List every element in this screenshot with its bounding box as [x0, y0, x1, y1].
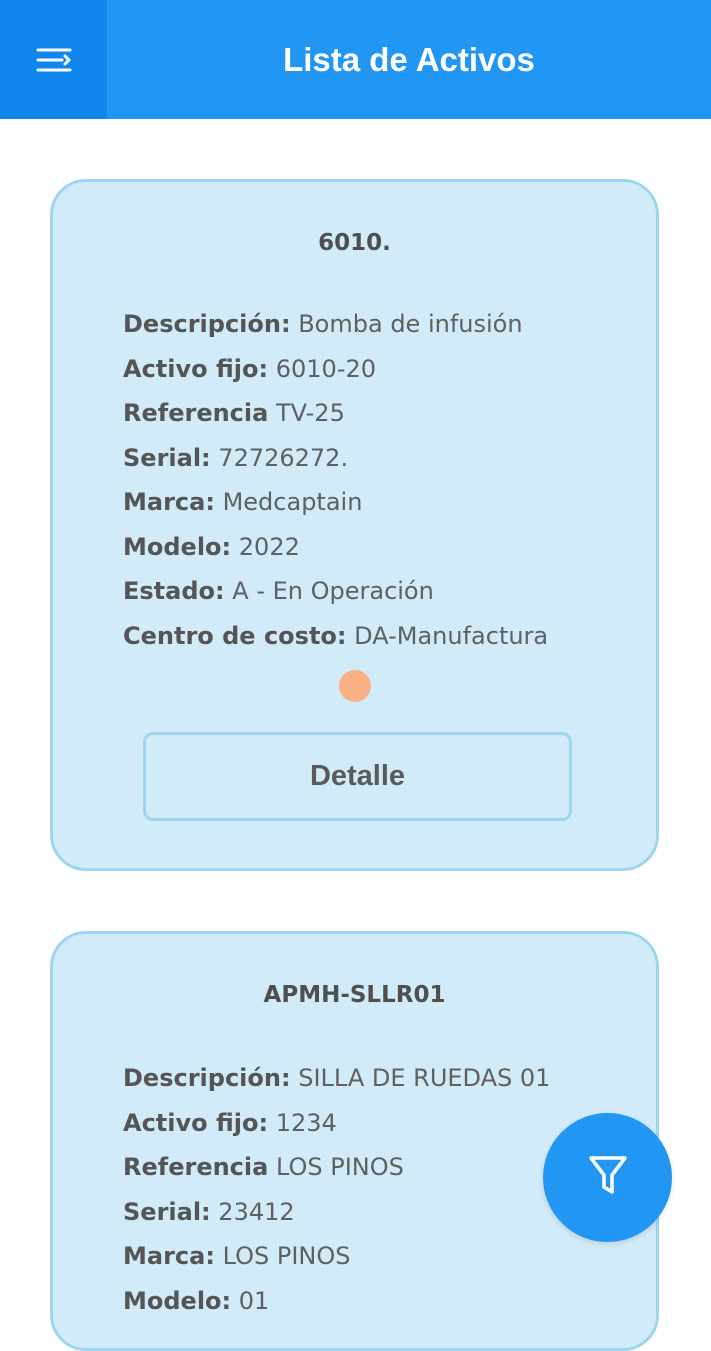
page-title: Lista de Activos	[283, 40, 535, 78]
field-value: SILLA DE RUEDAS 01	[298, 1064, 551, 1092]
field-value: 1234	[275, 1108, 337, 1137]
field-value: Bomba de infusión	[298, 310, 523, 338]
menu-button[interactable]	[0, 0, 107, 119]
field-value: 72726272.	[218, 443, 349, 472]
field-descripcion: Descripción: SILLA DE RUEDAS 01	[123, 1056, 656, 1101]
field-descripcion: Descripción: Bomba de infusión	[123, 302, 656, 347]
field-value: DA-Manufactura	[354, 621, 549, 650]
asset-card[interactable]: 6010. Descripción: Bomba de infusión Act…	[50, 179, 659, 871]
filter-icon	[588, 1154, 628, 1202]
asset-code: APMH-SLLR01	[263, 982, 446, 1008]
status-indicator	[338, 670, 371, 702]
field-value: 01	[238, 1286, 270, 1315]
field-label: Serial:	[123, 443, 211, 472]
asset-code: 6010.	[318, 230, 391, 256]
app-bar: Lista de Activos	[0, 0, 711, 119]
field-label: Activo fijo:	[123, 1108, 269, 1137]
field-label: Referencia	[123, 1153, 269, 1181]
field-value: A - En Operación	[232, 577, 434, 605]
field-label: Referencia	[123, 399, 269, 427]
field-marca: Marca: LOS PINOS	[123, 1234, 656, 1279]
field-label: Marca:	[123, 488, 215, 516]
field-value: LOS PINOS	[275, 1153, 404, 1181]
field-label: Centro de costo:	[123, 621, 347, 650]
field-value: TV-25	[275, 399, 345, 427]
field-label: Serial:	[123, 1197, 211, 1226]
field-value: 6010-20	[275, 354, 377, 383]
field-label: Activo fijo:	[123, 354, 269, 383]
field-value: 23412	[218, 1197, 295, 1226]
field-value: 2022	[238, 532, 300, 561]
menu-icon	[36, 46, 72, 74]
detail-button[interactable]: Detalle	[143, 732, 572, 821]
field-serial: Serial: 72726272.	[123, 436, 656, 481]
field-value: Medcaptain	[222, 488, 363, 516]
field-label: Descripción:	[123, 1064, 291, 1092]
field-label: Modelo:	[123, 1286, 232, 1315]
field-referencia: Referencia TV-25	[123, 391, 656, 436]
field-label: Modelo:	[123, 532, 232, 561]
field-label: Estado:	[123, 577, 225, 605]
field-marca: Marca: Medcaptain	[123, 480, 656, 525]
field-modelo: Modelo: 01	[123, 1279, 656, 1324]
field-label: Marca:	[123, 1242, 215, 1270]
field-label: Descripción:	[123, 310, 291, 338]
field-centro-de-costo: Centro de costo: DA-Manufactura	[123, 614, 656, 659]
asset-fields: Descripción: Bomba de infusión Activo fi…	[123, 302, 656, 658]
field-modelo: Modelo: 2022	[123, 525, 656, 570]
field-estado: Estado: A - En Operación	[123, 569, 656, 614]
filter-button[interactable]	[543, 1113, 672, 1242]
field-value: LOS PINOS	[222, 1242, 351, 1270]
field-activo-fijo: Activo fijo: 6010-20	[123, 347, 656, 392]
